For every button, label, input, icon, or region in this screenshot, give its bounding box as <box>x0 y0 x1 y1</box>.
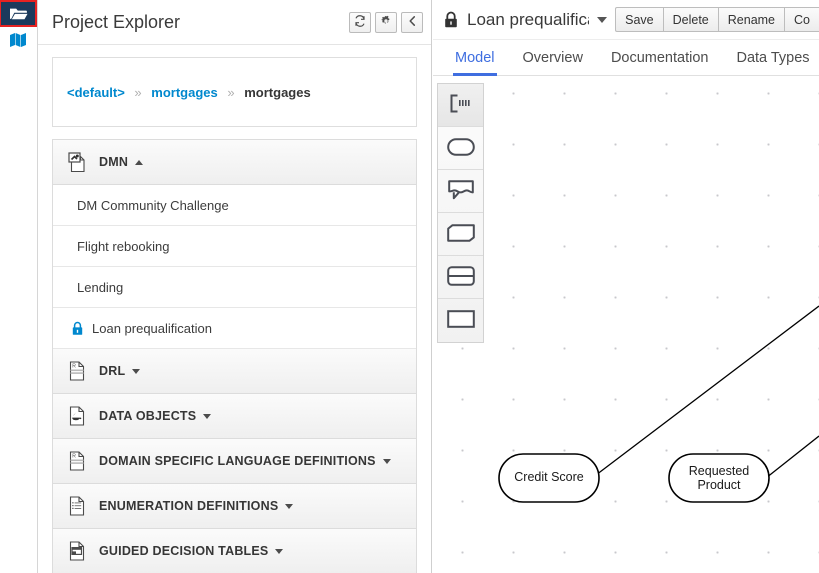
project-explorer-panel: Project Explorer <box>38 0 432 573</box>
asset-label: Flight rebooking <box>77 239 170 254</box>
rail-item-project-explorer[interactable] <box>0 0 37 27</box>
gear-icon <box>380 15 392 30</box>
tab-model[interactable]: Model <box>441 50 509 75</box>
settings-button[interactable] <box>375 12 397 33</box>
section-label-guided-decision-tables: GUIDED DECISION TABLES <box>99 544 268 558</box>
chevron-down-icon <box>383 459 391 464</box>
node-credit-score[interactable] <box>499 454 599 502</box>
dmn-file-icon <box>67 152 87 172</box>
palette-tool-text-annotation[interactable] <box>438 84 483 127</box>
skewed-rect-icon <box>447 224 475 245</box>
editor-header: Loan prequalification... Save Delete Ren… <box>433 0 819 40</box>
palette-tool-knowledge-source[interactable] <box>438 170 483 213</box>
asset-item-loan-prequalification[interactable]: Loan prequalification <box>53 308 416 349</box>
chevron-down-icon <box>275 549 283 554</box>
section-header-enumeration-definitions[interactable]: ENUMERATION DEFINITIONS <box>53 484 416 529</box>
breadcrumb-repository[interactable]: mortgages <box>151 85 217 100</box>
palette-tool-decision[interactable] <box>438 299 483 342</box>
breadcrumb-project: mortgages <box>244 85 310 100</box>
dmn-diagram-canvas[interactable]: Credit Score Requested Product <box>433 76 819 573</box>
section-header-dmn[interactable]: DMN <box>53 140 416 185</box>
enum-file-icon <box>67 496 87 516</box>
asset-item-flight-rebooking[interactable]: Flight rebooking <box>53 226 416 267</box>
palette-tool-business-knowledge-model[interactable] <box>438 213 483 256</box>
section-label-dsl: DOMAIN SPECIFIC LANGUAGE DEFINITIONS <box>99 454 376 468</box>
editor-tabs: Model Overview Documentation Data Types <box>433 40 819 76</box>
java-file-icon <box>67 406 87 426</box>
section-label-data-objects: DATA OBJECTS <box>99 409 196 423</box>
section-label-drl: DRL <box>99 364 125 378</box>
rename-button[interactable]: Rename <box>718 7 784 32</box>
tab-overview[interactable]: Overview <box>509 50 597 75</box>
document-actions: Save Delete Rename Co <box>615 7 819 32</box>
asset-label: DM Community Challenge <box>77 198 229 213</box>
open-folder-icon <box>9 6 28 21</box>
refresh-icon <box>354 15 366 30</box>
chevron-left-icon <box>407 15 418 30</box>
section-header-guided-decision-tables[interactable]: GUIDED DECISION TABLES <box>53 529 416 573</box>
dsl-file-icon: R <box>67 451 87 471</box>
palette-tool-input-data[interactable] <box>438 127 483 170</box>
shape-palette <box>437 83 484 343</box>
copy-button[interactable]: Co <box>784 7 819 32</box>
asset-item-lending[interactable]: Lending <box>53 267 416 308</box>
refresh-button[interactable] <box>349 12 371 33</box>
section-header-drl[interactable]: R DRL <box>53 349 416 394</box>
asset-label: Lending <box>77 280 123 295</box>
drl-file-icon: R <box>67 361 87 381</box>
lock-icon <box>71 320 85 336</box>
breadcrumb-separator-1: » <box>128 85 147 100</box>
breadcrumb-container: <default> » mortgages » mortgages <box>52 57 417 127</box>
oval-icon <box>447 138 475 159</box>
lock-icon <box>443 11 459 29</box>
save-button[interactable]: Save <box>615 7 663 32</box>
section-label-dmn: DMN <box>99 155 128 169</box>
rail-item-asset-map[interactable] <box>0 27 36 53</box>
page-title: Project Explorer <box>52 12 345 33</box>
delete-button[interactable]: Delete <box>663 7 718 32</box>
chevron-down-icon <box>203 414 211 419</box>
section-label-enumeration-definitions: ENUMERATION DEFINITIONS <box>99 499 278 513</box>
chevron-down-icon[interactable] <box>597 17 607 23</box>
asset-label: Loan prequalification <box>92 321 212 336</box>
rect-icon <box>447 310 475 331</box>
edge-credit-score <box>596 306 819 475</box>
text-annotation-icon <box>449 94 473 116</box>
chevron-down-icon <box>285 504 293 509</box>
svg-text:R: R <box>72 453 76 459</box>
diagram-shapes <box>433 76 819 573</box>
svg-text:R: R <box>72 363 76 369</box>
map-icon <box>9 32 27 48</box>
tab-documentation[interactable]: Documentation <box>597 50 723 75</box>
palette-tool-decision-service[interactable] <box>438 256 483 299</box>
asset-tree: DMN DM Community Challenge Flight rebook… <box>52 139 417 573</box>
chevron-up-icon <box>135 160 143 165</box>
decision-table-icon <box>67 541 87 561</box>
node-requested-product[interactable] <box>669 454 769 502</box>
tab-data-types[interactable]: Data Types <box>722 50 819 75</box>
knowledge-source-icon <box>448 180 474 203</box>
breadcrumb-organizational-unit[interactable]: <default> <box>67 85 125 100</box>
asset-item-dm-community-challenge[interactable]: DM Community Challenge <box>53 185 416 226</box>
project-explorer-header: Project Explorer <box>38 0 431 45</box>
stacked-rect-icon <box>447 266 475 289</box>
document-title: Loan prequalification... <box>467 10 589 30</box>
section-header-dsl[interactable]: R DOMAIN SPECIFIC LANGUAGE DEFINITIONS <box>53 439 416 484</box>
breadcrumb: <default> » mortgages » mortgages <box>67 85 311 100</box>
application-window: Project Explorer <box>0 0 819 573</box>
breadcrumb-separator-2: » <box>221 85 240 100</box>
dmn-editor-pane: Loan prequalification... Save Delete Ren… <box>433 0 819 573</box>
section-header-data-objects[interactable]: DATA OBJECTS <box>53 394 416 439</box>
collapse-panel-button[interactable] <box>401 12 423 33</box>
activity-rail <box>0 0 38 573</box>
edge-requested-product <box>766 436 819 478</box>
chevron-down-icon <box>132 369 140 374</box>
